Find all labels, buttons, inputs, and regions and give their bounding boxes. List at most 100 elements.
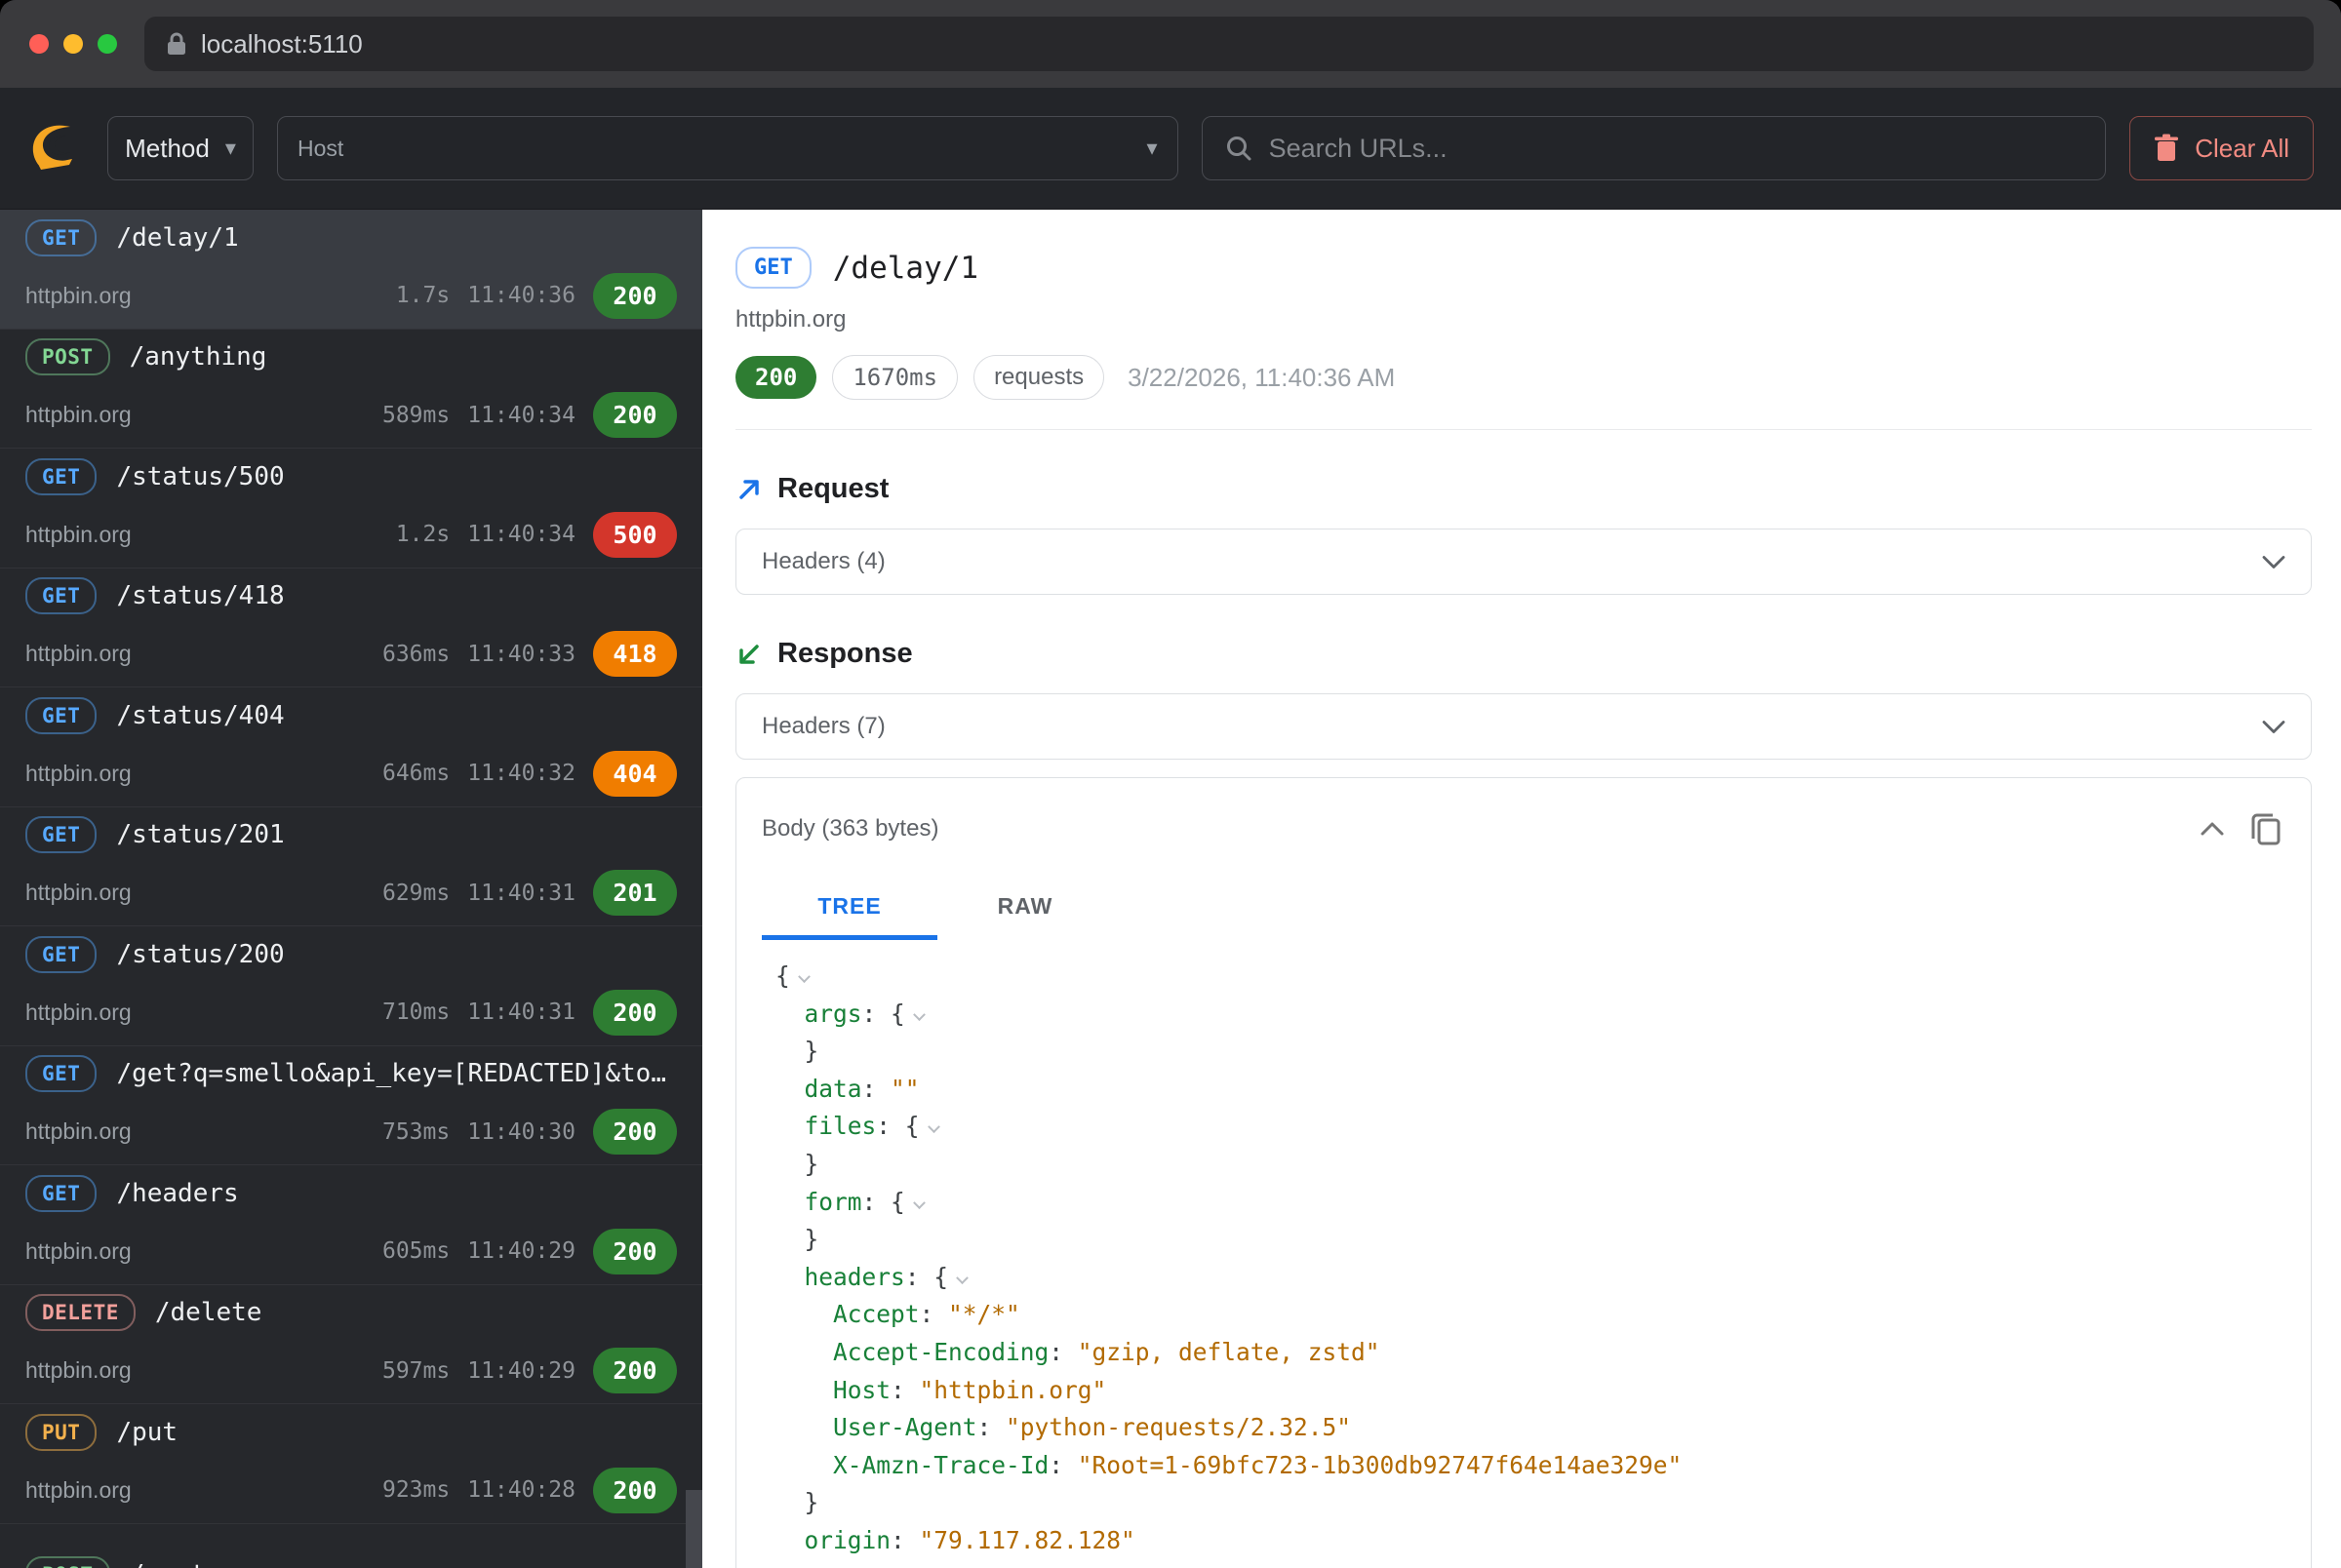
method-badge: GET (25, 816, 97, 853)
method-filter-select[interactable]: Method ▾ (107, 116, 254, 180)
request-host: httpbin.org (25, 1118, 365, 1145)
maximize-window-button[interactable] (98, 34, 117, 54)
response-headers-expander[interactable]: Headers (7) (735, 693, 2312, 760)
request-duration: 1.2s (396, 522, 450, 547)
request-time: 11:40:33 (467, 642, 575, 667)
request-path: /status/201 (116, 820, 284, 849)
tab-tree[interactable]: TREE (762, 880, 937, 940)
chevron-down-icon: ▾ (225, 136, 236, 161)
request-duration: 710ms (382, 1000, 450, 1025)
request-duration: 589ms (382, 403, 450, 428)
json-key: files (805, 1112, 877, 1140)
method-badge: GET (25, 577, 97, 614)
app-logo-icon (21, 117, 84, 179)
tree-collapse-chevron-icon[interactable] (913, 1008, 926, 1021)
detail-timestamp: 3/22/2026, 11:40:36 AM (1128, 363, 1395, 393)
request-time: 11:40:30 (467, 1119, 575, 1145)
lock-icon (166, 31, 187, 57)
request-list-item[interactable]: GET/delay/1httpbin.org1.7s11:40:36200 (0, 210, 702, 330)
tree-collapse-chevron-icon[interactable] (928, 1121, 940, 1134)
json-key: Accept (833, 1300, 920, 1328)
app-toolbar: Method ▾ Host ▾ Clea (0, 88, 2341, 210)
request-list-item[interactable]: GET/status/418httpbin.org636ms11:40:3341… (0, 568, 702, 688)
host-filter-select[interactable]: Host ▾ (277, 116, 1178, 180)
request-time: 11:40:31 (467, 881, 575, 906)
json-tree-line: X-Amzn-Trace-Id: "Root=1-69bfc723-1b300d… (775, 1447, 2285, 1485)
request-path: /status/418 (116, 581, 284, 610)
request-list-item[interactable]: POST/anythinghttpbin.org589ms11:40:34200 (0, 330, 702, 450)
detail-tag-pill: requests (973, 355, 1104, 400)
request-headers-expander[interactable]: Headers (4) (735, 529, 2312, 595)
minimize-window-button[interactable] (63, 34, 83, 54)
json-punctuation: : (1049, 1451, 1078, 1479)
clear-all-button[interactable]: Clear All (2129, 116, 2314, 180)
method-badge: GET (25, 458, 97, 495)
tree-collapse-chevron-icon[interactable] (913, 1196, 926, 1209)
json-punctuation: : (848, 1564, 877, 1568)
trash-icon (2154, 134, 2179, 163)
sidebar-scrollbar-thumb[interactable] (686, 1490, 702, 1568)
detail-header: GET /delay/1 (735, 247, 2312, 289)
json-key: url (805, 1564, 848, 1568)
clear-all-label: Clear All (2195, 134, 2289, 164)
request-host: httpbin.org (25, 880, 365, 906)
request-duration: 646ms (382, 761, 450, 786)
request-path: /get?q=smello&api_key=[REDACTED]&token=… (116, 1059, 677, 1088)
request-path: /post (130, 1560, 206, 1568)
request-list: GET/delay/1httpbin.org1.7s11:40:36200POS… (0, 210, 702, 1568)
request-host: httpbin.org (25, 1477, 365, 1504)
copy-icon[interactable] (2250, 811, 2281, 846)
tree-collapse-chevron-icon[interactable] (956, 1272, 969, 1284)
request-host: httpbin.org (25, 1000, 365, 1026)
request-path: /delete (155, 1298, 262, 1327)
json-punctuation: { (775, 961, 790, 990)
json-tree-line: args: { (775, 996, 2285, 1034)
close-window-button[interactable] (29, 34, 49, 54)
json-punctuation: } (805, 1225, 819, 1253)
main-content: GET/delay/1httpbin.org1.7s11:40:36200POS… (0, 210, 2341, 1568)
json-punctuation: : (891, 1526, 920, 1554)
request-list-item[interactable]: GET/headershttpbin.org605ms11:40:29200 (0, 1165, 702, 1285)
json-string-value: "" (891, 1075, 920, 1103)
status-badge: 200 (593, 1468, 677, 1513)
request-list-item[interactable]: GET/status/200httpbin.org710ms11:40:3120… (0, 926, 702, 1046)
json-punctuation: : (862, 1075, 892, 1103)
header-divider (735, 429, 2312, 430)
json-string-value: "httpbin.org" (920, 1376, 1107, 1404)
json-string-value: "gzip, deflate, zstd" (1078, 1338, 1380, 1366)
json-tree-line: } (775, 1033, 2285, 1071)
json-key: Host (833, 1376, 891, 1404)
json-punctuation: : { (905, 1263, 948, 1291)
request-list-item[interactable]: GET/get?q=smello&api_key=[REDACTED]&toke… (0, 1046, 702, 1166)
json-tree-line: files: { (775, 1108, 2285, 1146)
json-tree-line: data: "" (775, 1071, 2285, 1109)
json-tree-line: Host: "httpbin.org" (775, 1372, 2285, 1410)
request-path: /status/500 (116, 462, 284, 491)
json-punctuation: : (1049, 1338, 1078, 1366)
json-tree-line: origin: "79.117.82.128" (775, 1522, 2285, 1560)
status-badge: 404 (593, 751, 677, 797)
request-list-item[interactable]: GET/status/404httpbin.org646ms11:40:3240… (0, 687, 702, 807)
request-path: /put (116, 1418, 178, 1447)
method-badge: GET (25, 1055, 97, 1092)
request-list-item[interactable]: DELETE/deletehttpbin.org597ms11:40:29200 (0, 1285, 702, 1405)
request-section-title: Request (777, 473, 889, 505)
method-badge: GET (25, 697, 97, 734)
method-badge: GET (25, 1175, 97, 1212)
request-list-item[interactable]: GET/status/201httpbin.org629ms11:40:3120… (0, 807, 702, 927)
request-time: 11:40:29 (467, 1358, 575, 1384)
collapse-icon[interactable] (2200, 821, 2225, 837)
address-bar[interactable]: localhost:5110 (144, 17, 2314, 71)
request-list-item[interactable]: PUT/puthttpbin.org923ms11:40:28200 (0, 1404, 702, 1524)
status-badge: 200 (593, 392, 677, 438)
tab-raw[interactable]: RAW (937, 880, 1113, 940)
method-badge: GET (25, 219, 97, 256)
search-input[interactable] (1269, 134, 2084, 164)
request-path: /status/200 (116, 940, 284, 969)
request-list-item[interactable]: GET/status/500httpbin.org1.2s11:40:34500 (0, 449, 702, 568)
request-duration: 923ms (382, 1477, 450, 1503)
method-badge: DELETE (25, 1294, 136, 1331)
request-list-item[interactable]: POST/post (0, 1524, 702, 1568)
request-host: httpbin.org (25, 1238, 365, 1265)
tree-collapse-chevron-icon[interactable] (798, 970, 811, 983)
